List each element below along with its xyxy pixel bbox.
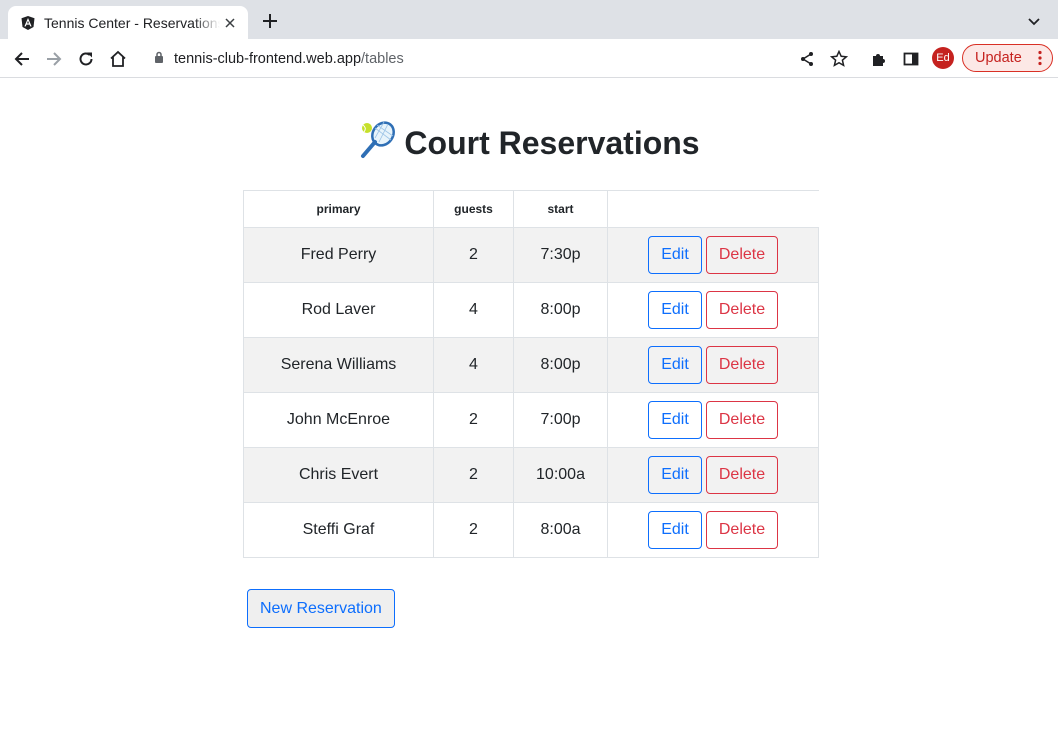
update-button[interactable]: Update: [962, 44, 1053, 72]
cell-primary: Rod Laver: [243, 282, 434, 338]
browser-tab[interactable]: Tennis Center - Reservations: [8, 6, 248, 39]
extensions-icon[interactable]: [867, 47, 891, 71]
edit-button[interactable]: Edit: [648, 291, 702, 329]
reservations-table: primary guests start Fred Perry 2 7:30p …: [243, 190, 819, 558]
cell-start: 8:00p: [513, 282, 608, 338]
edit-button[interactable]: Edit: [648, 401, 702, 439]
cell-actions: Edit Delete: [607, 447, 819, 503]
table-row: John McEnroe 2 7:00p Edit Delete: [243, 392, 819, 448]
browser-toolbar: tennis-club-frontend.web.app/tables: [0, 39, 1058, 78]
share-icon[interactable]: [795, 47, 819, 71]
cell-guests: 4: [433, 282, 514, 338]
tennis-racket-icon: [358, 120, 398, 160]
cell-start: 8:00p: [513, 337, 608, 393]
cell-actions: Edit Delete: [607, 337, 819, 393]
edit-button[interactable]: Edit: [648, 511, 702, 549]
side-panel-icon[interactable]: [899, 47, 923, 71]
new-reservation-button[interactable]: New Reservation: [247, 589, 395, 628]
cell-actions: Edit Delete: [607, 502, 819, 558]
cell-guests: 2: [433, 447, 514, 503]
delete-button[interactable]: Delete: [706, 346, 778, 384]
table-row: Steffi Graf 2 8:00a Edit Delete: [243, 502, 819, 558]
table-row: Serena Williams 4 8:00p Edit Delete: [243, 337, 819, 393]
close-icon[interactable]: [220, 13, 240, 33]
cell-actions: Edit Delete: [607, 282, 819, 338]
edit-button[interactable]: Edit: [648, 346, 702, 384]
avatar[interactable]: Ed: [932, 47, 954, 69]
cell-guests: 2: [433, 502, 514, 558]
page-title: Court Reservations: [0, 120, 1058, 162]
cell-primary: Chris Evert: [243, 447, 434, 503]
cell-primary: Steffi Graf: [243, 502, 434, 558]
delete-button[interactable]: Delete: [706, 401, 778, 439]
cell-guests: 4: [433, 337, 514, 393]
cell-primary: Serena Williams: [243, 337, 434, 393]
column-header-primary: primary: [243, 190, 434, 228]
table-row: Fred Perry 2 7:30p Edit Delete: [243, 227, 819, 283]
cell-start: 10:00a: [513, 447, 608, 503]
table-row: Rod Laver 4 8:00p Edit Delete: [243, 282, 819, 338]
cell-guests: 2: [433, 227, 514, 283]
reload-icon[interactable]: [74, 47, 98, 71]
delete-button[interactable]: Delete: [706, 511, 778, 549]
cell-actions: Edit Delete: [607, 392, 819, 448]
column-header-actions: [607, 190, 819, 228]
angular-icon: [20, 15, 36, 31]
more-menu-icon[interactable]: [1038, 50, 1042, 70]
column-header-guests: guests: [433, 190, 514, 228]
page-title-text: Court Reservations: [404, 125, 700, 161]
cell-start: 8:00a: [513, 502, 608, 558]
delete-button[interactable]: Delete: [706, 291, 778, 329]
browser-tabstrip: Tennis Center - Reservations: [0, 0, 1058, 39]
update-label: Update: [975, 50, 1022, 66]
tab-title: Tennis Center - Reservations: [44, 14, 220, 31]
table-header-row: primary guests start: [243, 190, 819, 228]
edit-button[interactable]: Edit: [648, 236, 702, 274]
delete-button[interactable]: Delete: [706, 456, 778, 494]
table-row: Chris Evert 2 10:00a Edit Delete: [243, 447, 819, 503]
cell-primary: John McEnroe: [243, 392, 434, 448]
cell-guests: 2: [433, 392, 514, 448]
cell-start: 7:30p: [513, 227, 608, 283]
back-icon[interactable]: [10, 47, 34, 71]
chevron-down-icon[interactable]: [1024, 12, 1044, 32]
cell-start: 7:00p: [513, 392, 608, 448]
cell-primary: Fred Perry: [243, 227, 434, 283]
address-bar[interactable]: tennis-club-frontend.web.app/tables: [140, 43, 856, 74]
edit-button[interactable]: Edit: [648, 456, 702, 494]
new-tab-icon[interactable]: [258, 9, 282, 33]
delete-button[interactable]: Delete: [706, 236, 778, 274]
url-text: tennis-club-frontend.web.app/tables: [174, 50, 404, 67]
star-icon[interactable]: [827, 47, 851, 71]
home-icon[interactable]: [106, 47, 130, 71]
forward-icon[interactable]: [42, 47, 66, 71]
cell-actions: Edit Delete: [607, 227, 819, 283]
column-header-start: start: [513, 190, 608, 228]
lock-icon[interactable]: [154, 50, 164, 68]
